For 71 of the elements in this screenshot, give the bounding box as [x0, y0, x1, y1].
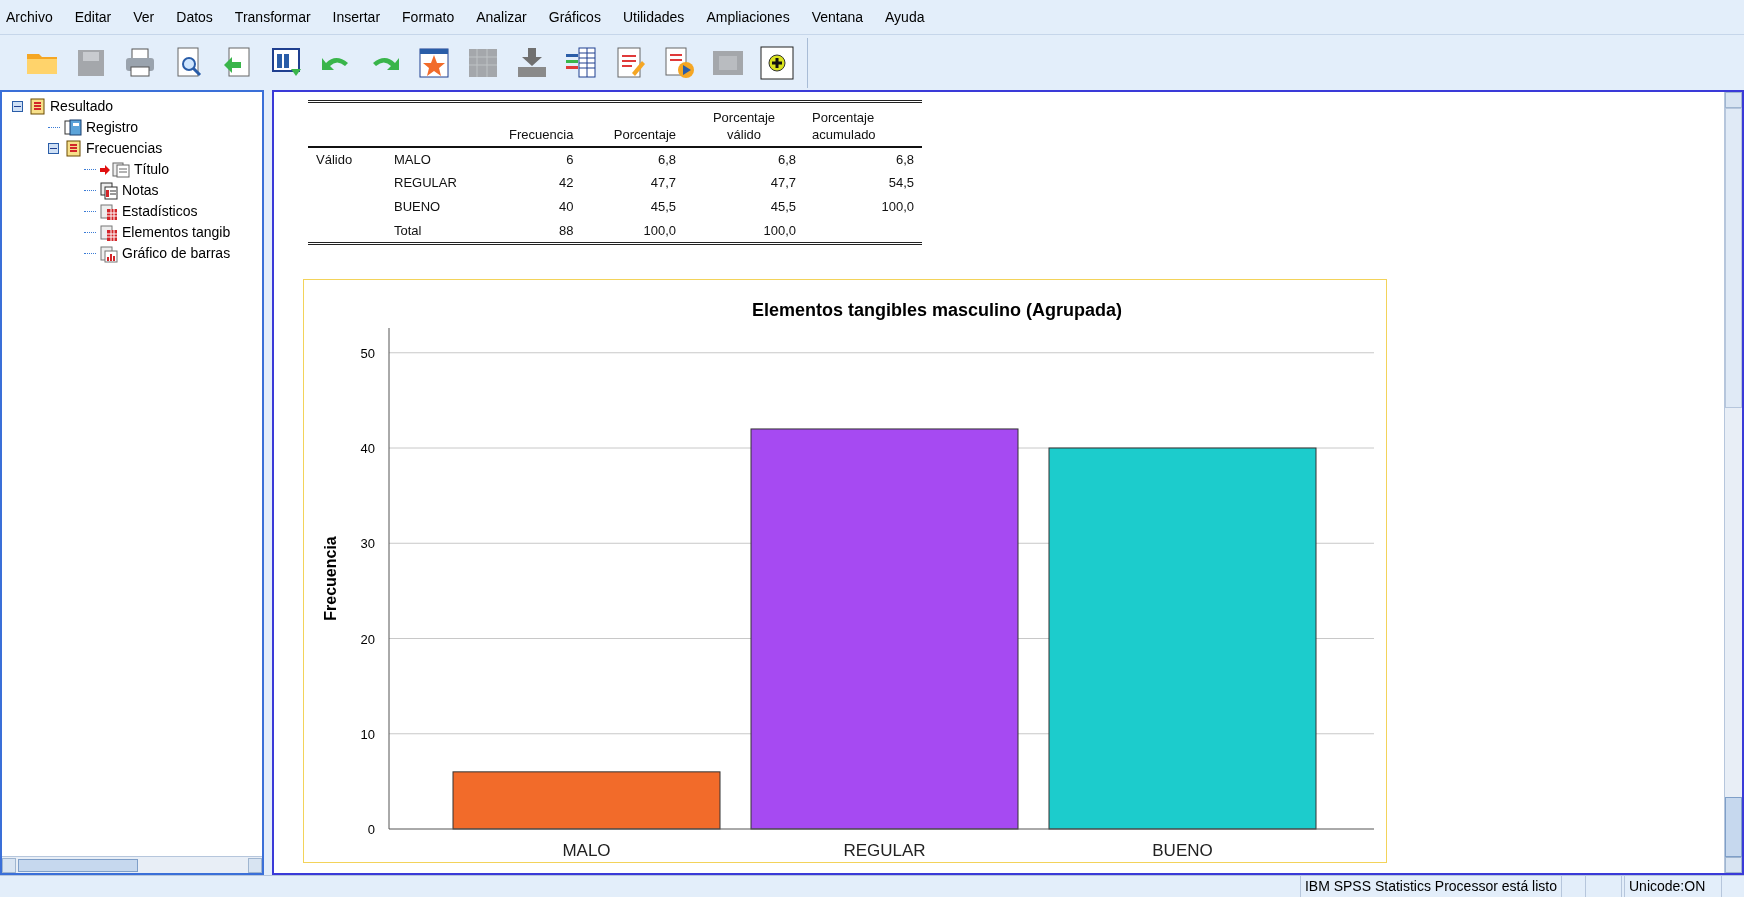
table-page-icon — [100, 202, 118, 221]
collapse-toggle[interactable] — [12, 101, 23, 112]
table-cell: 6,8 — [777, 151, 796, 167]
table-cell: 45,5 — [650, 199, 676, 215]
table-cell: 100,0 — [763, 222, 796, 238]
menu-item[interactable]: Ver — [122, 6, 166, 28]
y-tick-label: 20 — [360, 631, 375, 646]
menu-item[interactable]: Utilidades — [611, 6, 696, 28]
outline-item[interactable]: Estadísticos — [120, 201, 198, 222]
table-cell: 100,0 — [881, 199, 914, 215]
outline-item[interactable]: Gráfico de barras — [120, 243, 231, 264]
log-book-icon — [64, 118, 82, 137]
table-cell: 100,0 — [643, 222, 676, 238]
table-cell: 6,8 — [895, 151, 914, 167]
table-cell: 88 — [558, 222, 574, 238]
menu-item[interactable]: Transformar — [223, 6, 322, 28]
status-message: IBM SPSS Statistics Processor está listo — [1299, 876, 1562, 897]
menu-item[interactable]: Datos — [165, 6, 224, 28]
output-book-icon — [64, 139, 82, 158]
outline-item[interactable]: Resultado — [48, 96, 114, 117]
row-group-label: Válido — [316, 151, 353, 167]
table-cell: 40 — [558, 199, 574, 215]
y-axis-label: Frecuencia — [322, 535, 339, 621]
table-cell: 6,8 — [657, 151, 676, 167]
menu-item[interactable]: Analizar — [465, 6, 538, 28]
x-tick-label: BUENO — [1152, 840, 1213, 860]
y-tick-label: 40 — [360, 440, 375, 456]
outline-item[interactable]: Registro — [84, 117, 139, 138]
notes-page-icon — [100, 181, 118, 200]
y-tick-label: 0 — [367, 821, 375, 837]
menu-item[interactable]: Ayuda — [874, 6, 936, 28]
table-cell: 45,5 — [770, 199, 796, 215]
outline-item[interactable]: Frecuencias — [84, 138, 163, 159]
menu-item[interactable]: Gráficos — [537, 6, 612, 28]
outline-item[interactable]: Notas — [120, 180, 159, 201]
column-header: Porcentaje acumulado — [812, 109, 877, 143]
vertical-scrollbar[interactable] — [1724, 92, 1742, 873]
y-tick-label: 10 — [360, 726, 375, 742]
table-cell: 42 — [558, 175, 574, 191]
menu-item[interactable]: Ampliaciones — [695, 6, 801, 28]
column-header: Porcentaje válido — [711, 109, 777, 143]
table-cell: REGULAR — [394, 175, 457, 191]
table-cell: MALO — [394, 151, 431, 167]
column-header: Frecuencia — [509, 127, 574, 142]
table-page-icon — [100, 223, 118, 242]
menu-item[interactable]: Formato — [391, 6, 466, 28]
outline-item[interactable]: Elementos tangib — [120, 222, 231, 243]
outline-item[interactable]: Título — [132, 159, 169, 180]
menu-item[interactable]: Archivo — [4, 6, 64, 28]
unicode-status: Unicode:ON — [1624, 876, 1722, 897]
title-page-icon — [112, 160, 130, 179]
table-cell: BUENO — [394, 199, 441, 215]
chart-page-icon — [100, 244, 118, 263]
collapse-toggle[interactable] — [48, 143, 59, 154]
table-cell: 54,5 — [888, 175, 914, 191]
chart-title: Elementos tangibles masculino (Agrupada) — [751, 299, 1123, 320]
table-list-icon — [563, 44, 599, 81]
table-cell: 47,7 — [650, 175, 676, 191]
menu-item[interactable]: Insertar — [321, 6, 392, 28]
y-tick-label: 50 — [360, 345, 375, 361]
menu-item[interactable]: Editar — [63, 6, 123, 28]
column-header: Porcentaje — [613, 127, 676, 142]
output-book-icon — [28, 97, 46, 116]
y-tick-label: 30 — [360, 535, 375, 551]
table-cell: 47,7 — [770, 175, 796, 191]
horizontal-scrollbar[interactable] — [2, 856, 262, 873]
table-cell: 6 — [566, 151, 574, 167]
x-tick-label: MALO — [562, 840, 611, 860]
x-tick-label: REGULAR — [843, 840, 926, 860]
menu-item[interactable]: Ventana — [800, 6, 875, 28]
table-cell: Total — [394, 222, 422, 238]
